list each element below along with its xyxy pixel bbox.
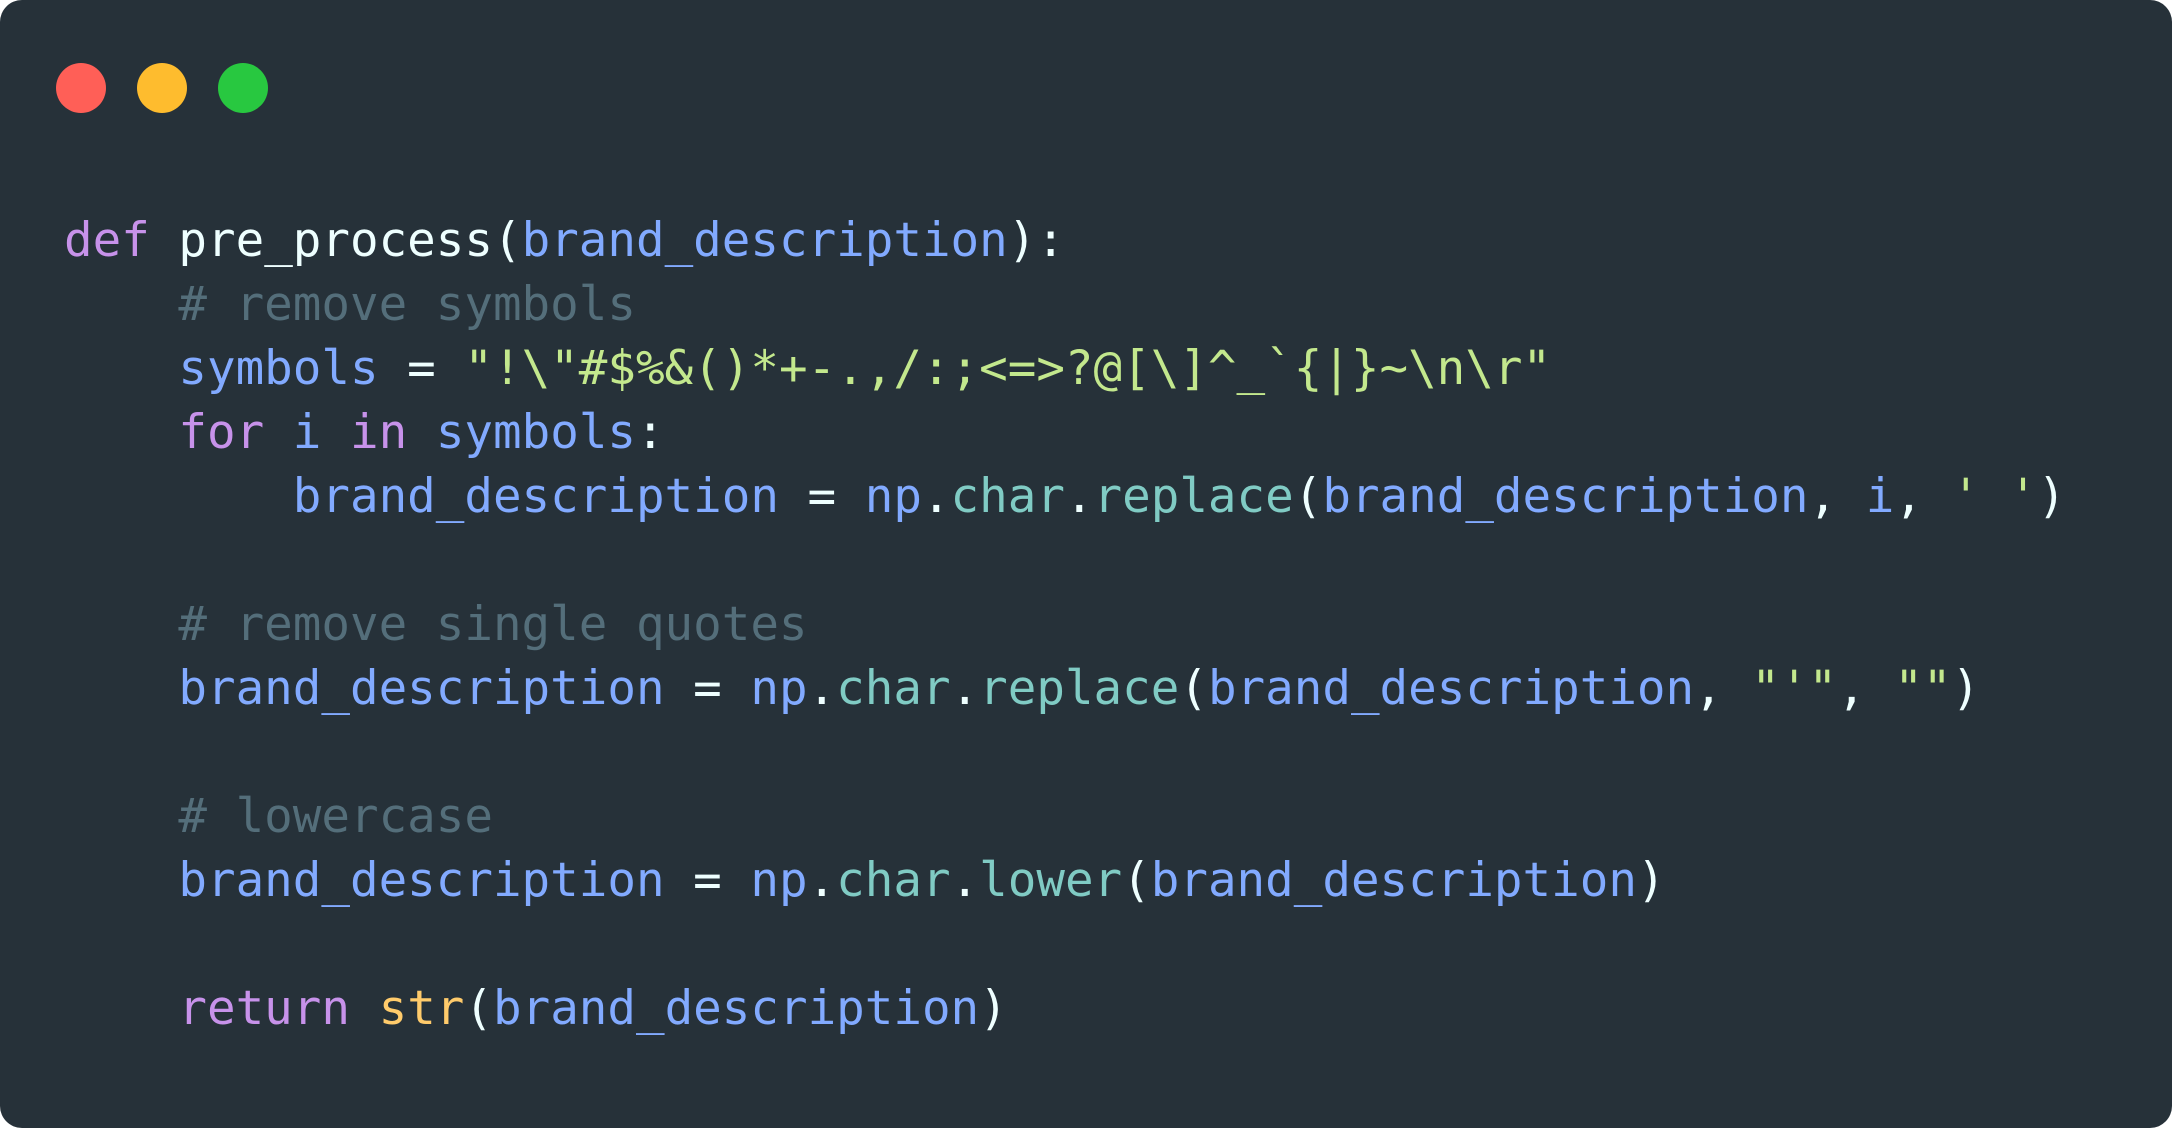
window-controls xyxy=(56,63,268,113)
code-token: . xyxy=(950,853,980,908)
code-token: = xyxy=(664,661,751,716)
code-token: char xyxy=(950,469,1065,524)
code-token: symbols xyxy=(435,405,637,460)
code-token: "!\"#$%&()*+-.,/:;<=>?@[\]^_`{|}~\n\r" xyxy=(464,341,1552,396)
code-token: char xyxy=(836,661,951,716)
code-token: = xyxy=(664,853,751,908)
code-token: brand_description xyxy=(178,661,665,716)
code-token: # lowercase xyxy=(178,789,493,844)
code-token: return xyxy=(178,981,350,1036)
code-line: # remove single quotes xyxy=(64,593,2066,657)
code-token: ( xyxy=(492,213,522,268)
code-token: brand_description xyxy=(521,213,1008,268)
code-line: def pre_process(brand_description): xyxy=(64,209,2066,273)
code-token: . xyxy=(921,469,951,524)
code-token: ) xyxy=(979,981,1008,1036)
code-line: for i in symbols: xyxy=(64,401,2066,465)
code-token: , xyxy=(1694,661,1752,716)
code-token: np xyxy=(750,853,808,908)
code-token: ) xyxy=(2037,469,2066,524)
code-token: "" xyxy=(1894,661,1952,716)
code-token: brand_description xyxy=(1207,661,1695,716)
code-token: ( xyxy=(464,981,493,1036)
code-line: return str(brand_description) xyxy=(64,977,2066,1041)
code-token: "'" xyxy=(1751,661,1838,716)
code-token: , xyxy=(1894,469,1952,524)
code-token: i xyxy=(1865,469,1895,524)
code-token: = xyxy=(378,341,465,396)
close-button[interactable] xyxy=(56,63,106,113)
code-token: pre_process xyxy=(178,213,493,268)
code-token: def xyxy=(64,213,150,268)
code-token: , xyxy=(1808,469,1866,524)
code-token: ) xyxy=(1636,853,1666,908)
code-token: ( xyxy=(1293,469,1323,524)
code-block: def pre_process(brand_description): # re… xyxy=(64,209,2066,1041)
code-token: symbols xyxy=(178,341,379,396)
code-token: replace xyxy=(1093,469,1294,524)
code-token: . xyxy=(1064,469,1094,524)
code-token: np xyxy=(864,469,922,524)
code-line: # remove symbols xyxy=(64,273,2066,337)
code-token: brand_description xyxy=(1322,469,1809,524)
code-token: brand_description xyxy=(178,853,665,908)
code-token: ): xyxy=(1007,213,1065,268)
code-token: np xyxy=(750,661,808,716)
code-token: . xyxy=(807,661,837,716)
code-line: brand_description = np.char.replace(bran… xyxy=(64,465,2066,529)
code-line: symbols = "!\"#$%&()*+-.,/:;<=>?@[\]^_`{… xyxy=(64,337,2066,401)
code-token: . xyxy=(807,853,837,908)
code-token: = xyxy=(778,469,865,524)
code-token: char xyxy=(836,853,951,908)
code-token: . xyxy=(950,661,980,716)
code-token: # remove single quotes xyxy=(178,597,808,652)
code-token: brand_description xyxy=(1150,853,1637,908)
code-line: brand_description = np.char.replace(bran… xyxy=(64,657,2066,721)
code-token: : xyxy=(636,405,665,460)
code-token: replace xyxy=(979,661,1180,716)
code-token: str xyxy=(378,981,465,1036)
code-line: brand_description = np.char.lower(brand_… xyxy=(64,849,2066,913)
code-line: # lowercase xyxy=(64,785,2066,849)
code-token: ) xyxy=(1951,661,1981,716)
code-token: ( xyxy=(1179,661,1208,716)
code-token: lower xyxy=(979,853,1123,908)
minimize-button[interactable] xyxy=(137,63,187,113)
code-token: , xyxy=(1837,661,1895,716)
code-token: ' ' xyxy=(1951,469,2038,524)
code-token: # remove symbols xyxy=(178,277,636,332)
code-token: for xyxy=(178,405,265,460)
code-token: brand_description xyxy=(292,469,779,524)
code-token: in xyxy=(350,405,408,460)
code-window: def pre_process(brand_description): # re… xyxy=(0,0,2172,1128)
code-token: i xyxy=(292,405,322,460)
maximize-button[interactable] xyxy=(218,63,268,113)
code-token: brand_description xyxy=(493,981,980,1036)
code-token: ( xyxy=(1122,853,1151,908)
